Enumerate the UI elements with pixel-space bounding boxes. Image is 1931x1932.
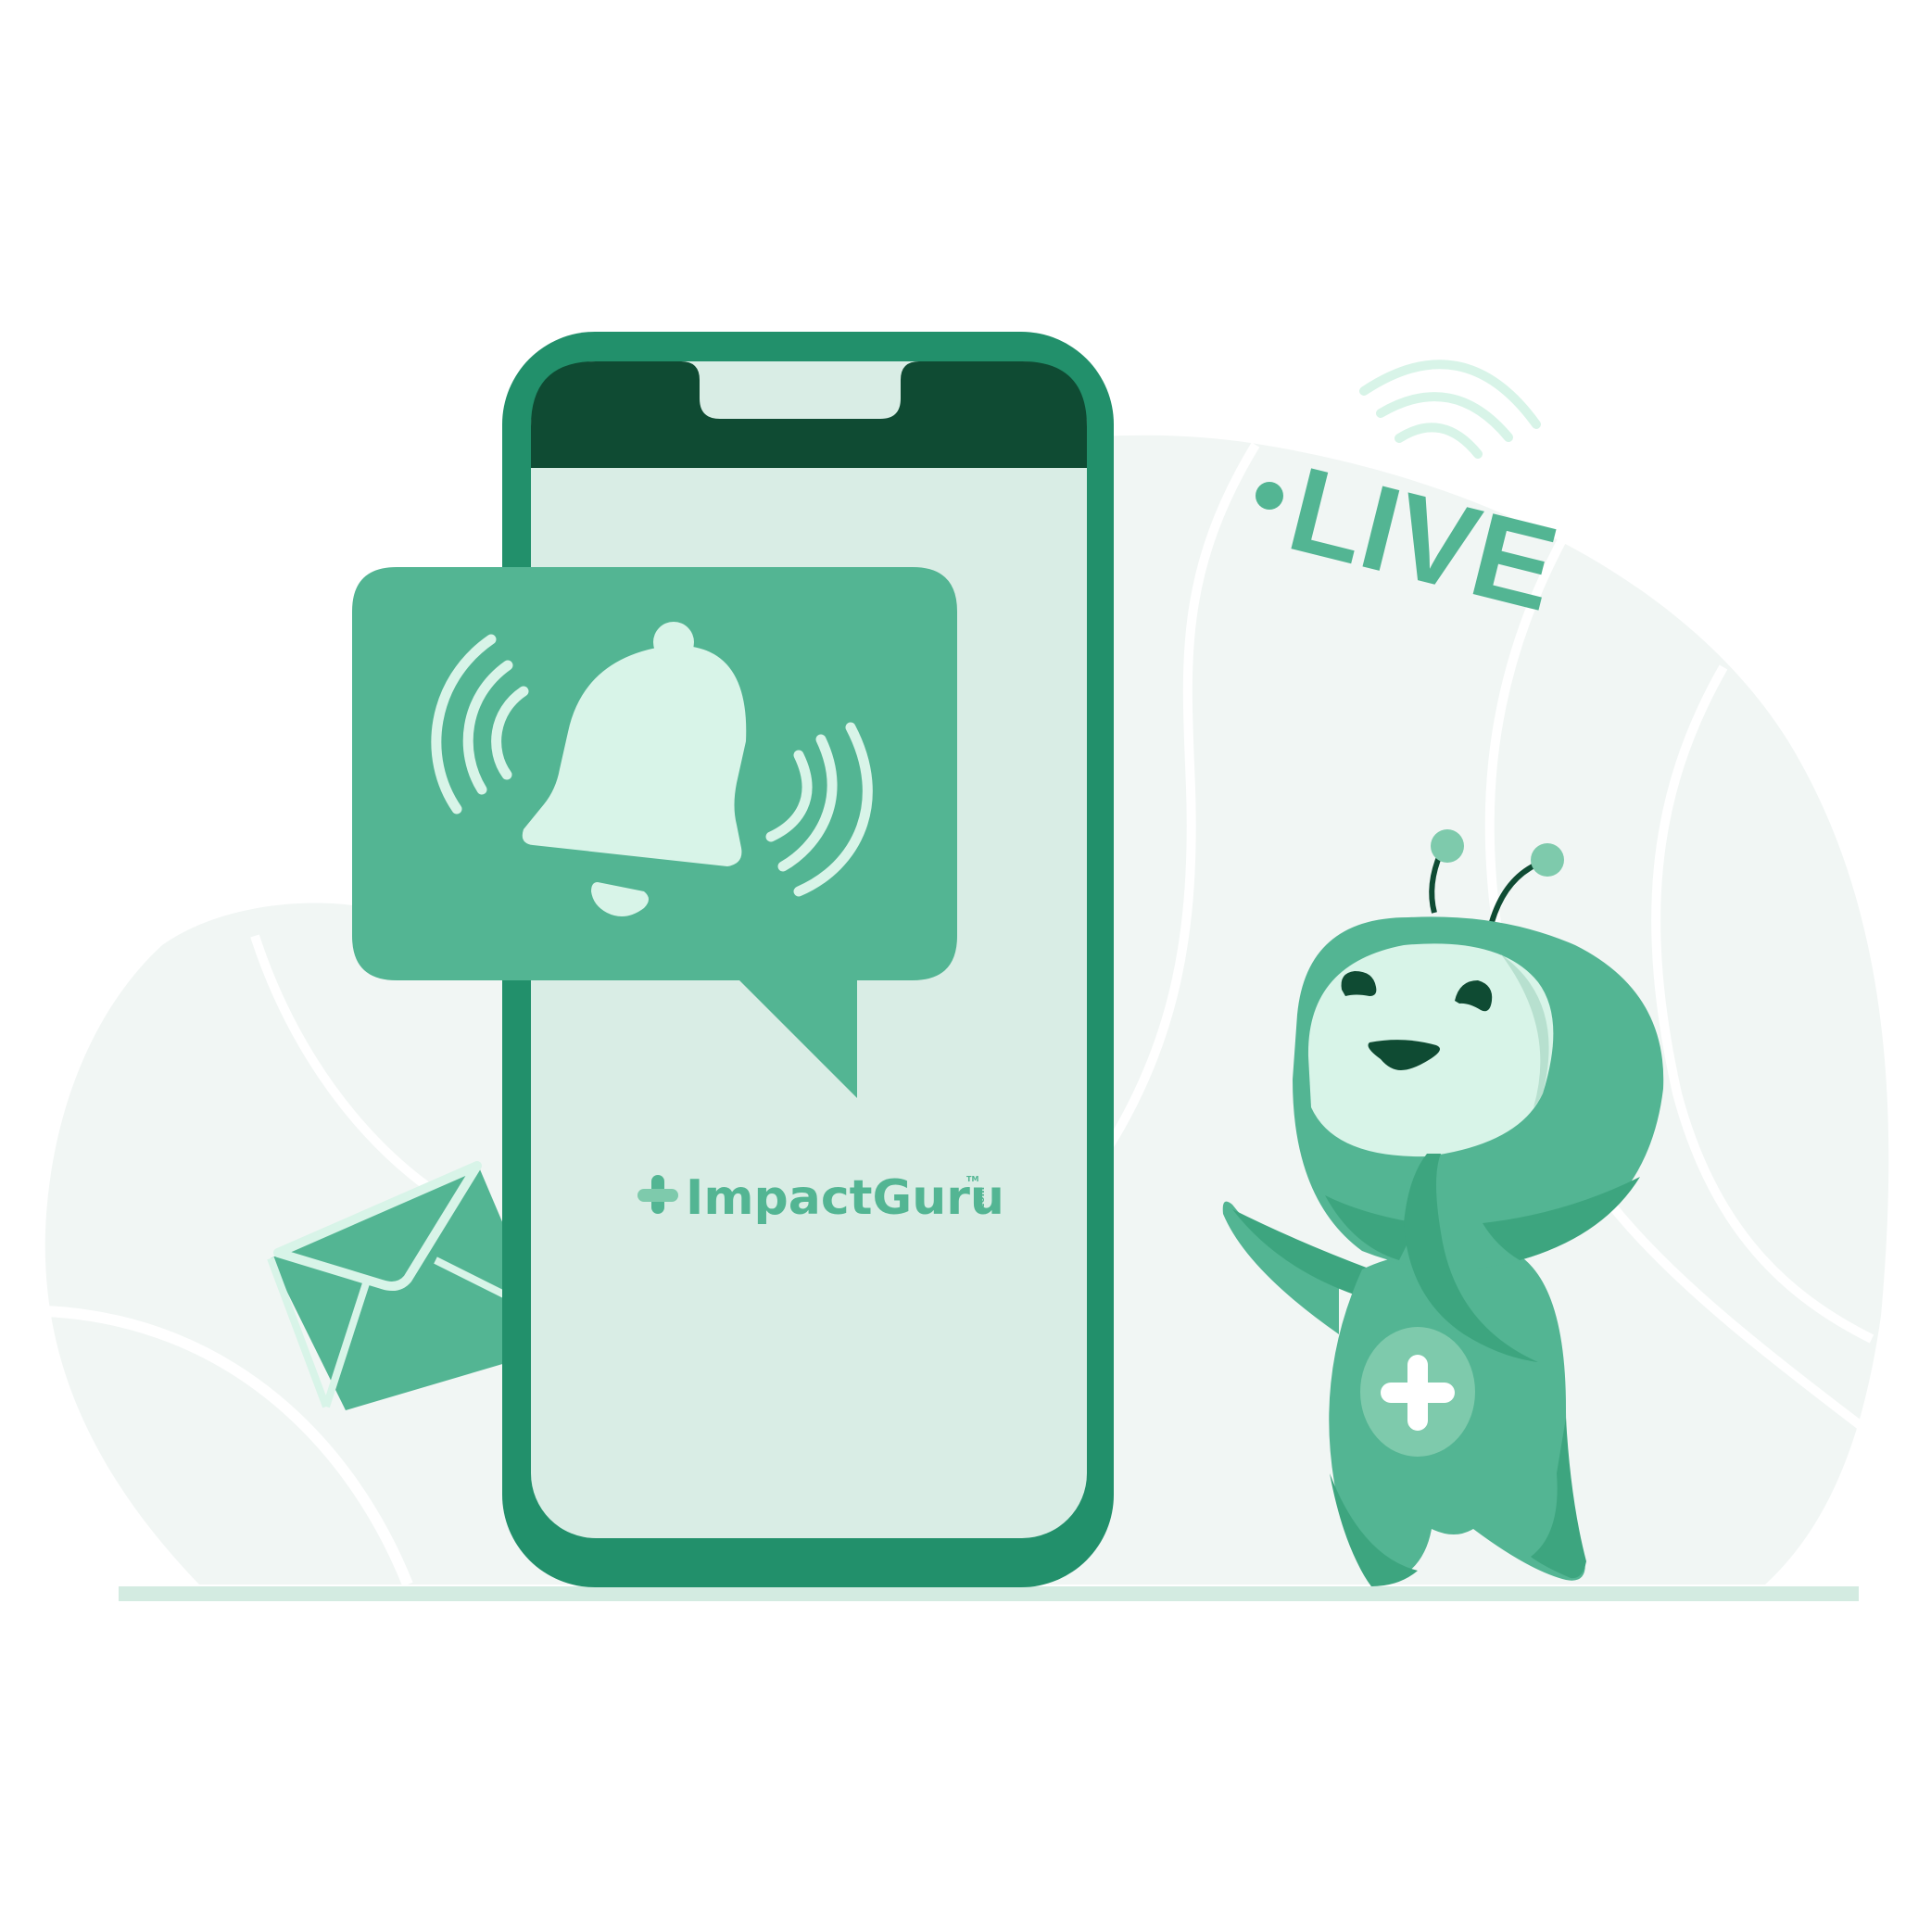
ground-line (119, 1586, 1859, 1601)
illustration-canvas: ImpactGuru TM .com LIVE (44, 332, 1889, 1601)
wifi-signal-icon (1359, 360, 1541, 459)
brand-tm: TM (966, 1175, 978, 1183)
brand-logo: ImpactGuru TM .com (637, 1170, 1004, 1226)
brand-domain: .com (977, 1187, 987, 1212)
live-dot (1256, 482, 1283, 510)
brand-name: ImpactGuru (686, 1170, 1004, 1226)
